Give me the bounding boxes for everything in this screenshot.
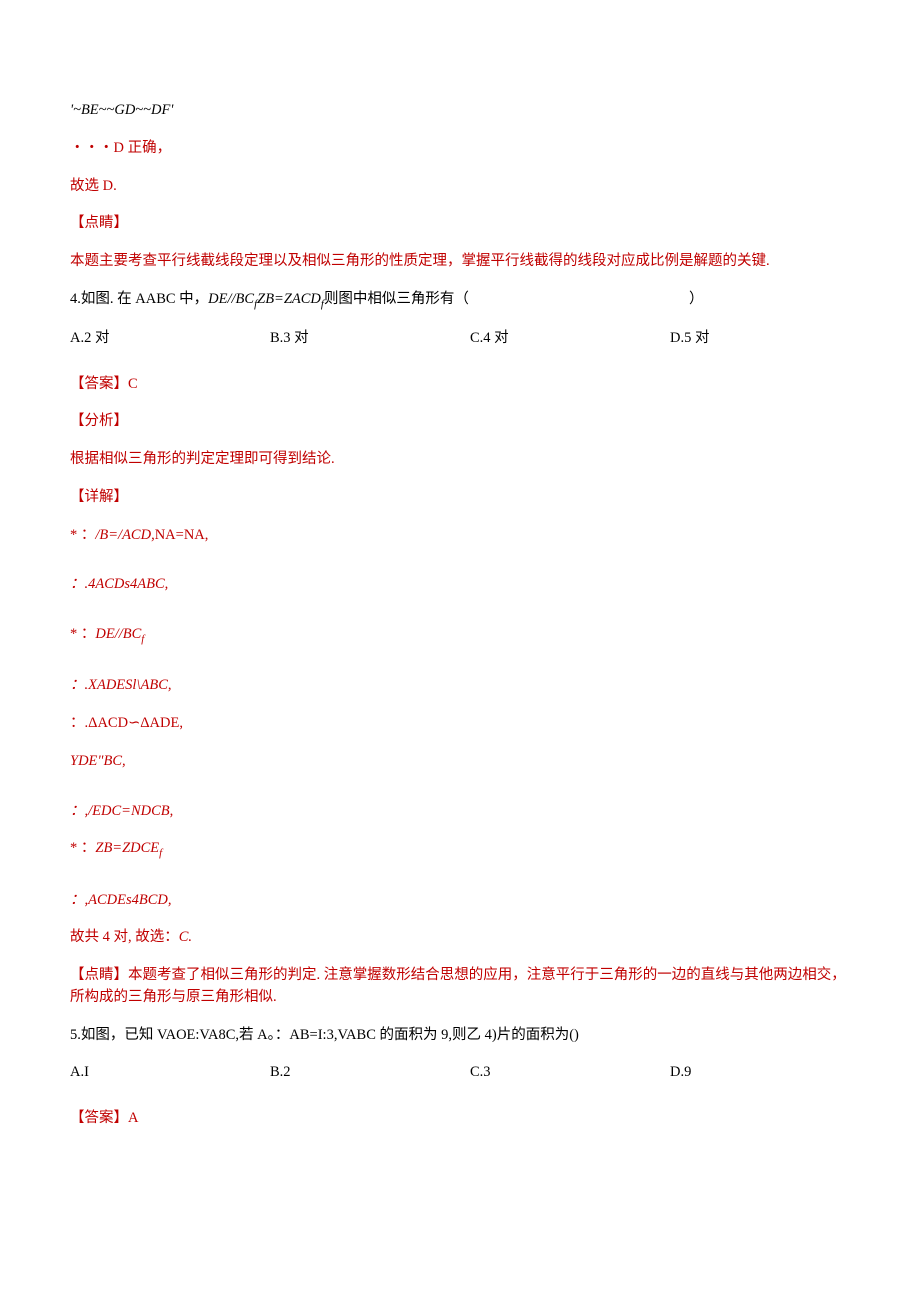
step-ital: /B=/ACD,	[95, 527, 154, 543]
section-label-dianjing: 【点睛】	[70, 967, 128, 983]
step-prefix: * ：	[70, 840, 95, 856]
step-prefix: * ：	[70, 626, 95, 642]
proof-step: * ：ZB=ZDCEf	[70, 838, 850, 861]
proof-step: ：,ACDEs4BCD,	[70, 890, 850, 912]
proof-conclusion: 故共 4 对, 故选：C.	[70, 927, 850, 949]
option-b: B.2	[270, 1062, 470, 1084]
option-a: A.2 对	[70, 328, 270, 350]
option-a: A.I	[70, 1062, 270, 1084]
formula-line: '~BE~~GD~~DF'	[70, 100, 850, 122]
option-d: D.9	[670, 1062, 870, 1084]
step-text: NA=NA,	[155, 527, 209, 543]
explanation-line: 故选 D.	[70, 176, 850, 198]
conclusion-choice: C.	[179, 929, 192, 945]
conclusion-text: 故共 4 对, 故选：	[70, 929, 179, 945]
subscript: f	[141, 633, 144, 645]
proof-step: * ：/B=/ACD,NA=NA,	[70, 525, 850, 547]
option-c: C.4 对	[470, 328, 670, 350]
question-text: 则图中相似三角形有（	[324, 291, 469, 307]
question-5-options: A.I B.2 C.3 D.9	[70, 1062, 850, 1084]
question-close: ）	[689, 291, 704, 307]
step-ital: ZB=ZDCE	[95, 840, 159, 856]
section-label-fenxi: 【分析】	[70, 411, 850, 433]
explanation-text: 本题考查了相似三角形的判定. 注意掌握数形结合思想的应用，注意平行于三角形的一边…	[70, 967, 846, 1005]
question-4-options: A.2 对 B.3 对 C.4 对 D.5 对	[70, 328, 850, 350]
section-label-dianjing: 【点睛】	[70, 213, 850, 235]
proof-step: * ：DE//BCf	[70, 624, 850, 647]
proof-step: ：.XADESl\ABC,	[70, 675, 850, 697]
document-page: '~BE~~GD~~DF' ・・・D 正确， 故选 D. 【点睛】 本题主要考查…	[0, 0, 920, 1186]
answer-label: 【答案】C	[70, 374, 850, 396]
option-b: B.3 对	[270, 328, 470, 350]
explanation-line: 根据相似三角形的判定定理即可得到结论.	[70, 449, 850, 471]
explanation-line: 【点睛】本题考查了相似三角形的判定. 注意掌握数形结合思想的应用，注意平行于三角…	[70, 965, 850, 1009]
explanation-line: 本题主要考查平行线截线段定理以及相似三角形的性质定理，掌握平行线截得的线段对应成…	[70, 251, 850, 273]
section-label-xiangjie: 【详解】	[70, 487, 850, 509]
subscript: f	[159, 847, 162, 859]
proof-step: ：.4ACDs4ABC,	[70, 574, 850, 596]
explanation-line: ・・・D 正确，	[70, 138, 850, 160]
question-text: 4.如图. 在 AABC 中，	[70, 291, 208, 307]
proof-step: ：,/EDC=NDCB,	[70, 801, 850, 823]
proof-step: ：.ΔACD∽ΔADE,	[70, 713, 850, 735]
step-prefix: * ：	[70, 527, 95, 543]
question-4-stem: 4.如图. 在 AABC 中，DE//BCfZB=ZACDf则图中相似三角形有（…	[70, 289, 850, 312]
question-italic: ZB=ZACD	[257, 291, 321, 307]
step-ital: DE//BC	[95, 626, 141, 642]
proof-step: YDE"BC,	[70, 751, 850, 773]
question-italic: DE//BC	[208, 291, 254, 307]
question-5-stem: 5.如图，已知 VAOE:VA8C,若 A。：AB=I:3,VABC 的面积为 …	[70, 1025, 850, 1047]
answer-label: 【答案】A	[70, 1108, 850, 1130]
option-d: D.5 对	[670, 328, 870, 350]
option-c: C.3	[470, 1062, 670, 1084]
